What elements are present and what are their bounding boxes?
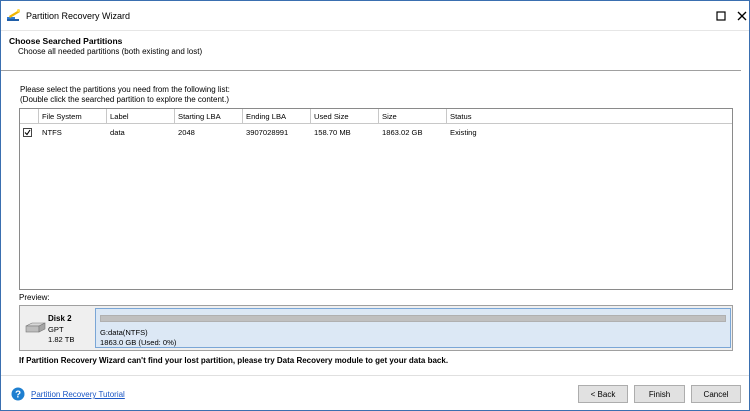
cell-label: data	[110, 128, 125, 137]
wizard-icon	[6, 8, 21, 23]
column-header-ending-lba[interactable]: Ending LBA	[243, 109, 311, 124]
table-row[interactable]: NTFS data 2048 3907028991 158.70 MB 1863…	[20, 125, 732, 140]
page-heading: Choose Searched Partitions	[9, 36, 123, 46]
cell-status: Existing	[450, 128, 477, 137]
svg-text:?: ?	[15, 390, 21, 401]
partition-name: G:data(NTFS)	[100, 328, 148, 337]
close-icon	[737, 11, 747, 21]
help-icon[interactable]: ?	[11, 387, 25, 401]
page-subheading: Choose all needed partitions (both exist…	[18, 47, 203, 56]
column-header-used-size[interactable]: Used Size	[311, 109, 379, 124]
column-header-status[interactable]: Status	[447, 109, 732, 124]
cell-starting-lba: 2048	[178, 128, 195, 137]
cell-ending-lba: 3907028991	[246, 128, 289, 137]
checkmark-icon	[24, 129, 31, 136]
disk-type: GPT	[48, 325, 64, 334]
disk-preview: Disk 2 GPT 1.82 TB G:data(NTFS) 1863.0 G…	[19, 305, 733, 351]
disk-icon	[24, 322, 46, 334]
tutorial-link[interactable]: Partition Recovery Tutorial	[31, 390, 125, 399]
column-header-checkbox[interactable]	[20, 109, 39, 124]
column-header-file-system[interactable]: File System	[39, 109, 107, 124]
column-header-size[interactable]: Size	[379, 109, 447, 124]
column-header-starting-lba[interactable]: Starting LBA	[175, 109, 243, 124]
row-checkbox[interactable]	[23, 128, 32, 137]
disk-info[interactable]: Disk 2 GPT 1.82 TB	[20, 306, 94, 350]
cancel-button[interactable]: Cancel	[691, 385, 741, 403]
finish-button[interactable]: Finish	[634, 385, 685, 403]
disk-name: Disk 2	[48, 314, 72, 323]
wizard-header: Choose Searched Partitions Choose all ne…	[1, 32, 749, 72]
disk-size: 1.82 TB	[48, 335, 75, 344]
maximize-button[interactable]	[712, 7, 730, 25]
partition-size: 1863.0 GB (Used: 0%)	[100, 338, 177, 347]
maximize-icon	[716, 11, 726, 21]
partition-recovery-window: Partition Recovery Wizard Choose Searche…	[0, 0, 750, 411]
cell-size: 1863.02 GB	[382, 128, 423, 137]
partition-block[interactable]: G:data(NTFS) 1863.0 GB (Used: 0%)	[95, 308, 731, 348]
title-bar[interactable]: Partition Recovery Wizard	[1, 1, 749, 31]
footer-divider	[1, 375, 749, 376]
cell-used-size: 158.70 MB	[314, 128, 351, 137]
instruction-line-1: Please select the partitions you need fr…	[20, 85, 230, 94]
header-divider	[1, 70, 741, 71]
back-button[interactable]: < Back	[578, 385, 628, 403]
recovery-hint: If Partition Recovery Wizard can't find …	[19, 356, 449, 365]
close-button[interactable]	[733, 7, 750, 25]
column-header-label[interactable]: Label	[107, 109, 175, 124]
cell-file-system: NTFS	[42, 128, 62, 137]
window-title: Partition Recovery Wizard	[26, 11, 131, 21]
table-header: File System Label Starting LBA Ending LB…	[20, 109, 732, 124]
instruction-line-2: (Double click the searched partition to …	[20, 95, 230, 104]
partition-table: File System Label Starting LBA Ending LB…	[19, 108, 733, 290]
usage-bar	[100, 315, 726, 322]
preview-label: Preview:	[19, 293, 50, 302]
